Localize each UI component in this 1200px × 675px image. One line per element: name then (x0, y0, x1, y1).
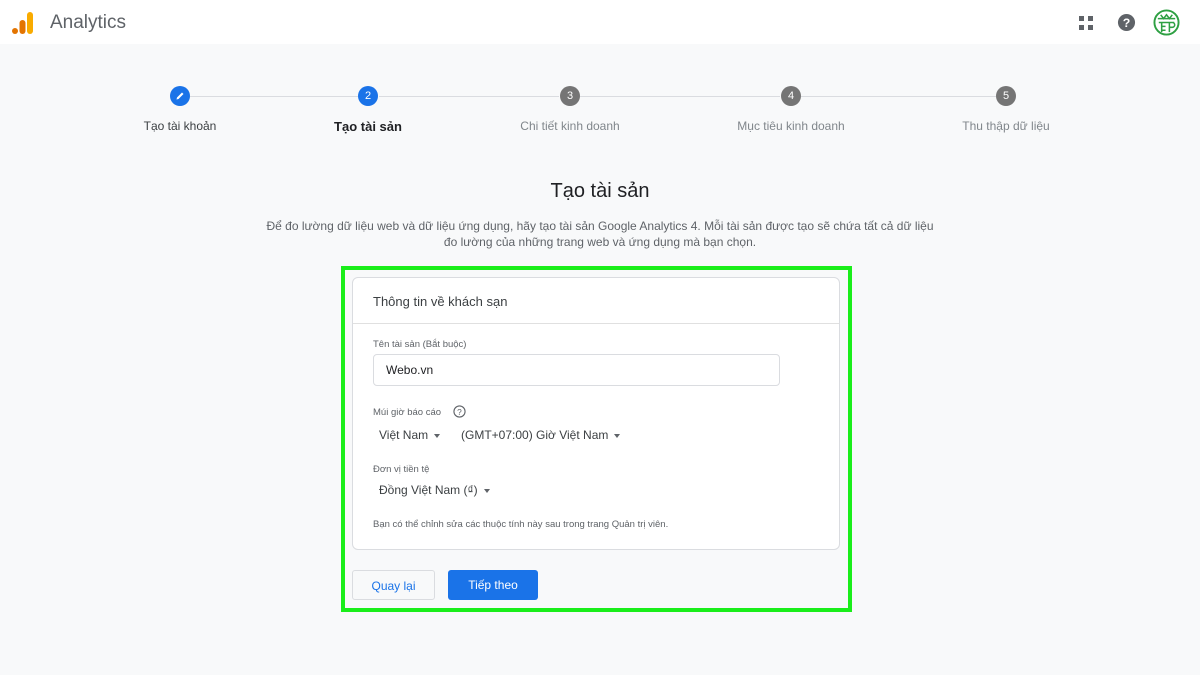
app-title: Analytics (50, 12, 127, 33)
step-business-details[interactable]: 3 Chi tiết kinh doanh (470, 86, 670, 133)
page-description: Để đo lường dữ liệu web và dữ liệu ứng d… (266, 219, 934, 249)
property-details-card: Thông tin về khách sạn Tên tài sản (Bắt … (352, 277, 840, 550)
pencil-icon (170, 86, 190, 106)
property-name-label: Tên tài sản (Bắt buộc) (373, 339, 467, 350)
currency-dropdown[interactable]: Đồng Việt Nam (₫) (379, 483, 490, 497)
step-label: Thu thập dữ liệu (962, 119, 1050, 133)
step-number: 4 (781, 86, 801, 106)
country-value: Việt Nam (379, 428, 429, 442)
step-label: Chi tiết kinh doanh (520, 119, 620, 133)
currency-label: Đơn vị tiền tệ (373, 464, 430, 475)
admin-note: Bạn có thể chỉnh sửa các thuộc tính này … (373, 519, 669, 530)
caret-down-icon (614, 433, 621, 438)
step-label: Tạo tài sản (334, 119, 402, 134)
step-create-account[interactable]: Tạo tài khoản (80, 86, 280, 133)
timezone-label: Múi giờ báo cáo (373, 407, 442, 418)
svg-text:?: ? (457, 407, 462, 417)
property-name-input[interactable]: Webo.vn (373, 354, 780, 386)
step-label: Mục tiêu kinh doanh (737, 119, 845, 133)
step-data-collection[interactable]: 5 Thu thập dữ liệu (906, 86, 1106, 133)
step-number: 5 (996, 86, 1016, 106)
caret-down-icon (434, 433, 441, 438)
top-bar: Analytics ? (0, 0, 1200, 44)
timezone-dropdown[interactable]: (GMT+07:00) Giờ Việt Nam (461, 428, 621, 442)
back-button[interactable]: Quay lại (352, 570, 435, 600)
step-label: Tạo tài khoản (143, 119, 217, 133)
step-number: 3 (560, 86, 580, 106)
help-icon[interactable]: ? (1117, 13, 1136, 32)
svg-text:?: ? (1123, 16, 1131, 30)
stepper: Tạo tài khoản 2 Tạo tài sản 3 Chi tiết k… (0, 86, 1200, 146)
analytics-logo[interactable] (11, 11, 35, 35)
step-business-objectives[interactable]: 4 Mục tiêu kinh doanh (691, 86, 891, 133)
apps-grid-icon[interactable] (1078, 15, 1094, 31)
timezone-value: (GMT+07:00) Giờ Việt Nam (461, 428, 609, 442)
country-dropdown[interactable]: Việt Nam (379, 428, 441, 442)
help-circle-icon[interactable]: ? (453, 405, 466, 418)
page-title: Tạo tài sản (550, 180, 650, 202)
caret-down-icon (483, 488, 490, 493)
next-button[interactable]: Tiếp theo (448, 570, 538, 600)
currency-value: Đồng Việt Nam (₫) (379, 483, 478, 497)
step-number: 2 (358, 86, 378, 106)
avatar[interactable] (1153, 9, 1180, 36)
card-title: Thông tin về khách sạn (353, 278, 839, 324)
step-create-property[interactable]: 2 Tạo tài sản (268, 86, 468, 134)
